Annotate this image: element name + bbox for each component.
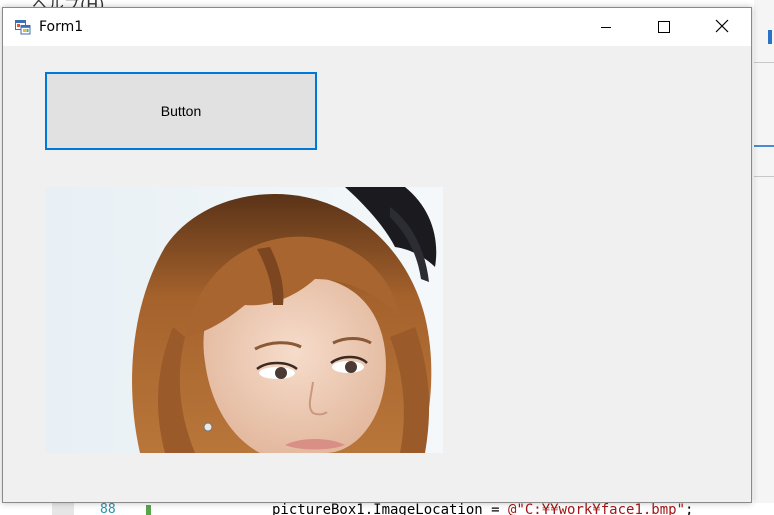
form-button[interactable]: Button: [45, 72, 317, 150]
background-ide-divider: [754, 176, 774, 177]
window-title: Form1: [39, 19, 84, 35]
background-ide-divider: [754, 62, 774, 63]
background-editor-gutter: [52, 503, 74, 515]
form-window: Form1 Button: [2, 7, 752, 503]
background-ide-panel: [754, 0, 774, 515]
background-line-number: 88: [100, 502, 116, 515]
minimize-button[interactable]: [577, 8, 635, 46]
maximize-button[interactable]: [635, 8, 693, 46]
background-change-marker: [146, 505, 151, 515]
picture-box: [45, 187, 443, 453]
background-ide-marker: [768, 30, 772, 44]
minimize-icon: [600, 18, 612, 37]
code-text: ;: [685, 502, 694, 515]
background-code-line: pictureBox1.ImageLocation = @"C:¥¥work¥f…: [272, 503, 693, 515]
close-icon: [715, 18, 729, 37]
code-text: pictureBox1.ImageLocation =: [272, 502, 509, 515]
title-bar[interactable]: Form1: [3, 8, 751, 46]
winforms-app-icon: [15, 19, 31, 35]
background-ide-divider: [754, 145, 774, 147]
portrait-photo: [45, 187, 443, 453]
close-button[interactable]: [693, 8, 751, 46]
maximize-icon: [658, 18, 670, 37]
code-string: @"C:¥¥work¥face1.bmp": [508, 502, 686, 515]
